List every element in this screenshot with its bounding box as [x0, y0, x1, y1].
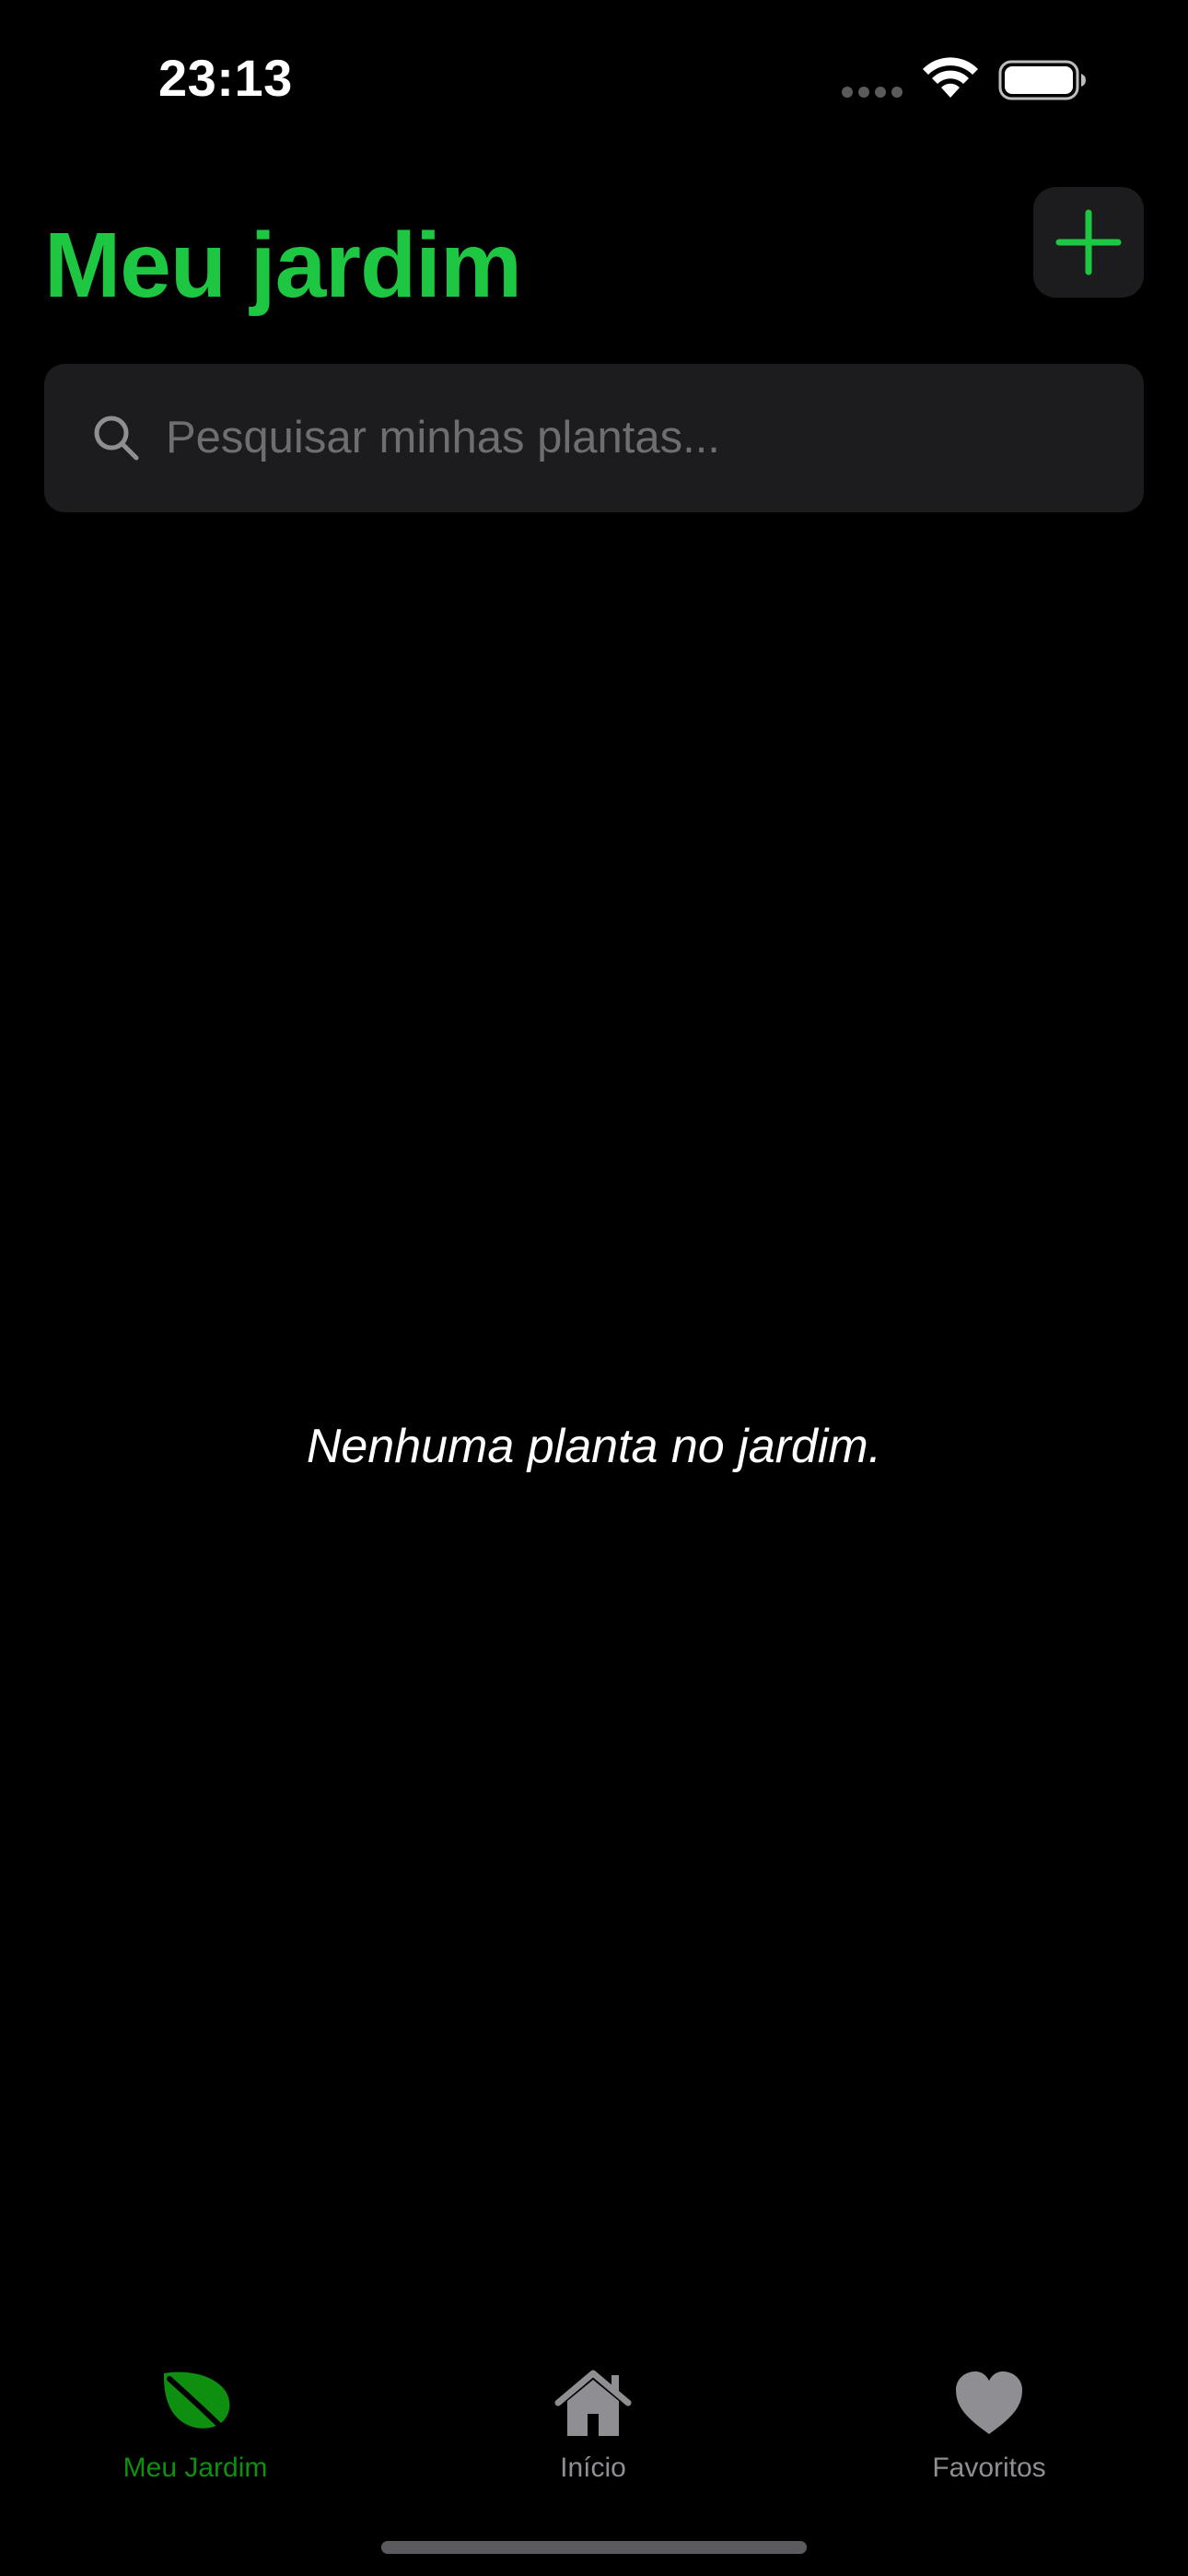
search-icon [94, 416, 139, 461]
house-icon [554, 2370, 632, 2436]
battery-icon [998, 60, 1086, 100]
wifi-icon [923, 57, 978, 98]
leaf-icon [164, 2371, 231, 2437]
search-input[interactable] [166, 401, 1105, 474]
tab-label: Meu Jardim [122, 2453, 268, 2483]
empty-state-message: Nenhuma planta no jardim. [306, 1420, 882, 1473]
tab-label: Início [560, 2453, 626, 2483]
status-bar: 23:13 [0, 0, 1188, 157]
search-bar[interactable] [44, 364, 1144, 512]
page-title: Meu jardim [44, 214, 522, 317]
tab-favoritos[interactable]: Favoritos [851, 2340, 1127, 2488]
tab-meu-jardim[interactable]: Meu Jardim [57, 2340, 333, 2488]
tab-label: Favoritos [932, 2453, 1046, 2483]
home-indicator[interactable] [381, 2541, 807, 2554]
cellular-signal-icon [842, 87, 903, 98]
status-time: 23:13 [158, 49, 293, 107]
heart-icon [956, 2371, 1022, 2434]
tab-inicio[interactable]: Início [455, 2340, 731, 2488]
plus-icon [1055, 209, 1122, 275]
add-plant-button[interactable] [1033, 187, 1144, 298]
